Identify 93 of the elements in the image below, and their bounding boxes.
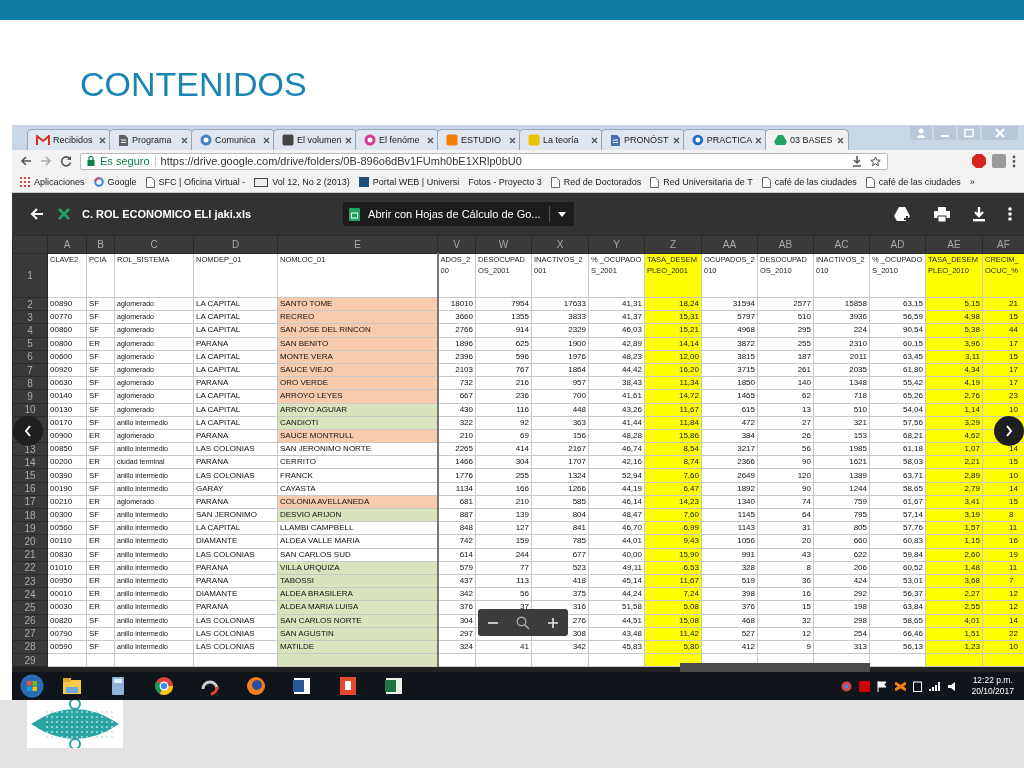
browser-tab[interactable]: ESTUDIO <box>437 129 521 150</box>
column-letter[interactable]: B <box>86 235 115 254</box>
bookmark-link[interactable]: Fotos - Proyecto 3 <box>468 177 542 187</box>
start-button[interactable] <box>20 674 44 698</box>
folder-icon[interactable] <box>61 675 83 697</box>
chevron-right-icon <box>1005 425 1013 437</box>
grid-icon <box>20 177 30 187</box>
bookmark-link[interactable]: Portal WEB | Universi <box>372 177 460 187</box>
column-letter[interactable]: Z <box>644 235 702 254</box>
close-icon[interactable] <box>591 136 598 144</box>
ring-icon <box>93 177 104 187</box>
browser-tab[interactable]: 03 BASES <box>765 129 849 150</box>
browser-tab[interactable]: PRACTICA <box>683 129 767 150</box>
bookmark-link[interactable]: » <box>969 177 975 187</box>
bookmark-link[interactable]: Google <box>107 177 137 187</box>
chevron-left-icon <box>24 425 32 437</box>
signal-icon[interactable] <box>929 681 942 691</box>
clock-date: 20/10/2017 <box>971 686 1014 697</box>
close-icon[interactable] <box>99 136 106 144</box>
column-letter[interactable]: AE <box>925 235 983 254</box>
column-letter[interactable]: AC <box>813 235 870 254</box>
close-icon[interactable] <box>263 136 270 144</box>
address-field[interactable]: Es seguro https://drive.google.com/drive/folders/0B-896o6dBv1FUmh0bE1XRlp0bU0 <box>80 152 888 170</box>
column-letter[interactable]: A <box>47 235 87 254</box>
bookmark-link[interactable]: Red de Doctorados <box>563 177 642 187</box>
sheet-icon <box>349 207 361 221</box>
close-icon[interactable] <box>509 136 516 144</box>
plus-icon[interactable] <box>547 616 560 629</box>
file-name: C. ROL ECONOMICO ELI jaki.xls <box>82 208 252 220</box>
browser-tab[interactable]: Recibidos <box>27 129 111 150</box>
page-icon <box>865 176 875 188</box>
rectangle-icon <box>254 177 269 187</box>
column-letter[interactable]: AB <box>757 235 814 254</box>
bookmark-link[interactable]: café de las ciudades <box>774 177 857 187</box>
cross-icon <box>58 208 70 220</box>
scrollbar-thumb[interactable] <box>680 663 870 672</box>
bookmark-link[interactable]: Aplicaciones <box>34 177 85 187</box>
menu-icon[interactable] <box>1012 154 1016 168</box>
column-letter[interactable]: X <box>531 235 589 254</box>
document-icon[interactable] <box>291 675 313 697</box>
close-icon[interactable] <box>673 136 680 144</box>
browser-tab[interactable]: La teoría <box>519 129 603 150</box>
close-icon[interactable] <box>345 136 352 144</box>
bookmark-link[interactable]: Red Universitaria de T <box>663 177 753 187</box>
page-icon <box>761 176 771 188</box>
browser-tab[interactable]: Programa <box>109 129 193 150</box>
print-icon[interactable] <box>934 206 950 222</box>
back-arrow-icon[interactable] <box>20 155 32 167</box>
spreadsheet-icon[interactable] <box>383 675 405 697</box>
square-icon <box>358 177 369 187</box>
bookmark-link[interactable]: SFC | Oficina Virtual - <box>158 177 246 187</box>
column-letter[interactable]: AD <box>869 235 926 254</box>
slide-title: CONTENIDOS <box>80 64 307 104</box>
browser-tab[interactable]: El volumen <box>273 129 357 150</box>
star-icon[interactable] <box>870 155 881 167</box>
stop-sign-icon[interactable] <box>972 154 986 168</box>
row-number: 1 <box>12 253 48 298</box>
page-icon <box>550 176 560 188</box>
column-letter[interactable]: Y <box>588 235 645 254</box>
magnifier-icon[interactable] <box>516 615 530 630</box>
column-letter[interactable]: V <box>437 235 476 254</box>
browser-tab[interactable]: El fenóme <box>355 129 439 150</box>
more-icon[interactable] <box>1008 207 1012 221</box>
flag-icon[interactable] <box>877 680 889 692</box>
clock-time: 12:22 p.m. <box>972 675 1013 686</box>
reload-icon[interactable] <box>60 155 72 167</box>
browser-tab[interactable]: PRONÓST <box>601 129 685 150</box>
security-label: Es seguro <box>100 155 150 167</box>
column-letter[interactable]: E <box>277 235 438 254</box>
splat-icon[interactable] <box>895 680 907 692</box>
globe-icon[interactable] <box>245 675 267 697</box>
column-letter[interactable]: AF <box>982 235 1024 254</box>
column-letter[interactable]: AA <box>701 235 758 254</box>
open-with-button[interactable]: Abrir con Hojas de Cálculo de Go... <box>343 202 574 226</box>
lock-icon <box>87 156 95 166</box>
browser-tab[interactable]: Comunica <box>191 129 275 150</box>
page-icon <box>145 176 155 188</box>
browser-icon[interactable] <box>153 675 175 697</box>
column-letter[interactable]: D <box>193 235 278 254</box>
download-icon[interactable] <box>852 155 862 167</box>
url-text: https://drive.google.com/drive/folders/0B-896o6dBv1FUmh0bE1XRlp0bU0 <box>160 155 522 167</box>
bookmark-link[interactable]: Vol 12, No 2 (2013) <box>272 177 350 187</box>
close-icon[interactable] <box>427 136 434 144</box>
close-icon[interactable] <box>837 136 844 144</box>
caret-icon <box>557 211 566 217</box>
pdf-icon[interactable] <box>337 675 359 697</box>
download-icon[interactable] <box>972 206 986 222</box>
column-letter[interactable]: C <box>114 235 194 254</box>
page-icon <box>650 176 660 188</box>
column-letter[interactable]: W <box>475 235 532 254</box>
close-icon[interactable] <box>755 136 762 144</box>
close-icon[interactable] <box>181 136 188 144</box>
bookmark-link[interactable]: café de las ciudades <box>878 177 961 187</box>
